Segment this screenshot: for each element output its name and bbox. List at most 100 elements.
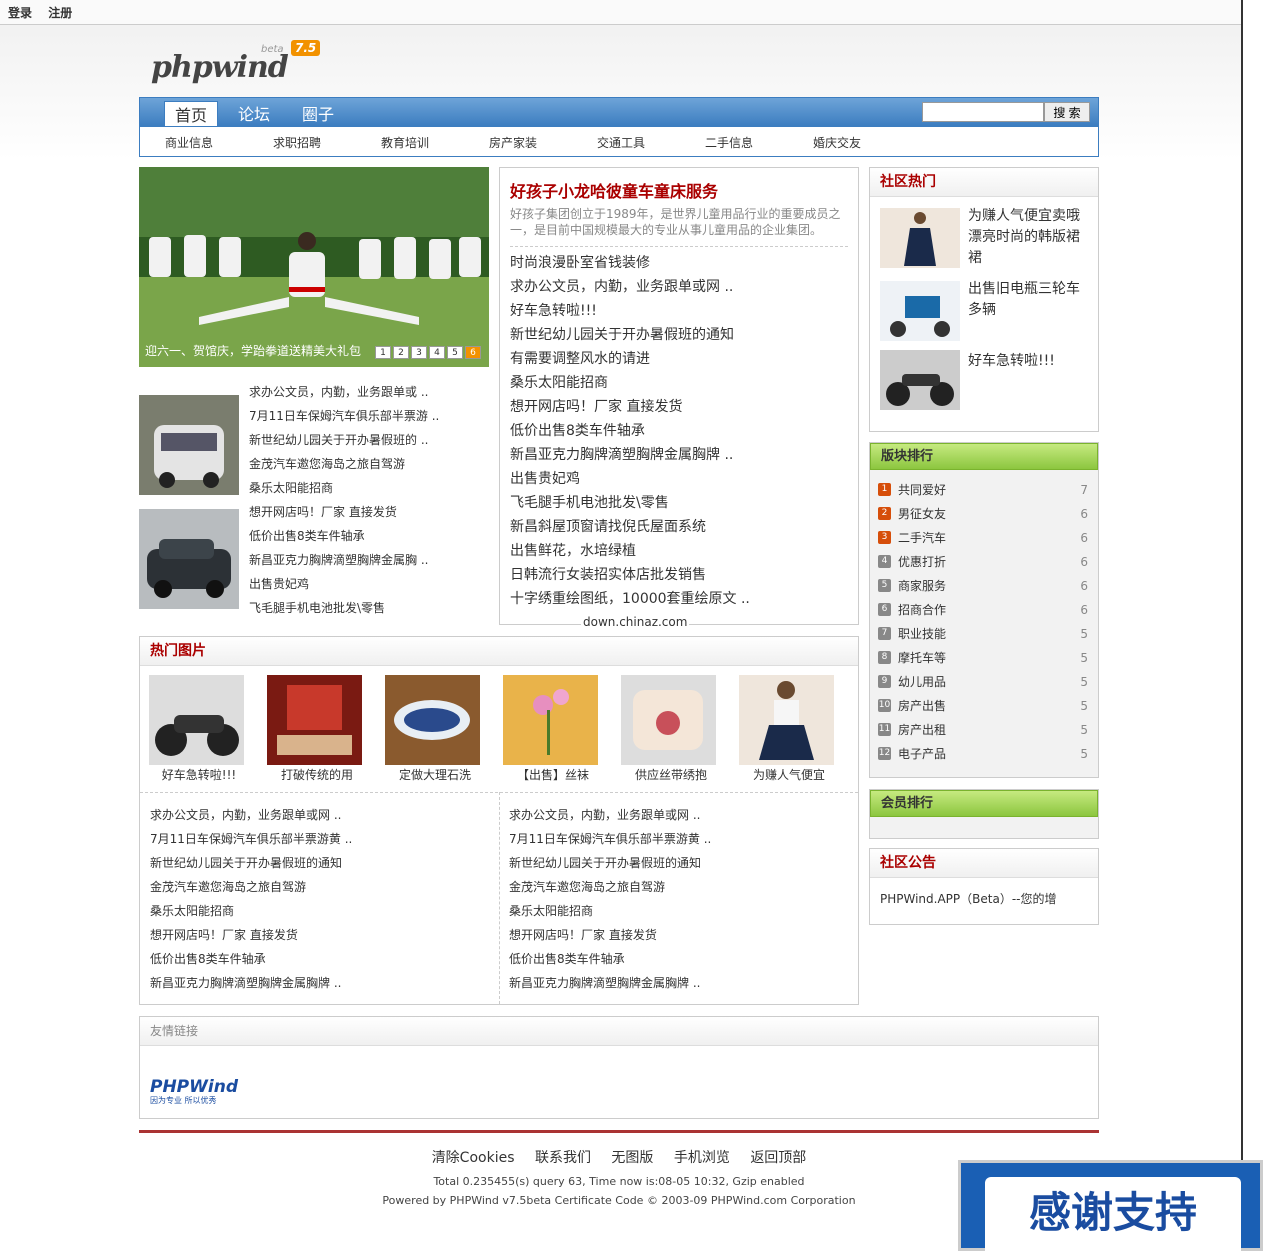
thumb-car-white[interactable] — [139, 395, 239, 495]
list-item[interactable]: 低价出售8类车件轴承 — [509, 947, 849, 971]
list-item[interactable]: 桑乐太阳能招商 — [509, 899, 849, 923]
list-item[interactable]: 出售贵妃鸡 — [510, 467, 848, 491]
list-item[interactable]: 7月11日车保姆汽车俱乐部半票游 .. — [249, 404, 489, 428]
slide-page[interactable]: 3 — [411, 346, 427, 359]
rank-item[interactable]: 5 商家服务 6 — [870, 574, 1098, 598]
list-item[interactable]: 飞毛腿手机电池批发\零售 — [510, 491, 848, 515]
rank-item[interactable]: 12 电子产品 5 — [870, 742, 1098, 766]
list-item[interactable]: 新世纪幼儿园关于开办暑假班的通知 — [150, 851, 490, 875]
list-item[interactable]: 想开网店吗！厂家 直接发货 — [249, 500, 489, 524]
slide-page[interactable]: 5 — [447, 346, 463, 359]
phpwind-link-logo[interactable]: PHPWind 因为专业 所以优秀 — [150, 1079, 238, 1106]
list-item[interactable]: 新昌亚克力胸牌滴塑胸牌金属胸牌 .. — [510, 443, 848, 467]
list-item[interactable]: 桑乐太阳能招商 — [510, 371, 848, 395]
list-item[interactable]: 日韩流行女装招实体店批发销售 — [510, 563, 848, 587]
footer-link[interactable]: 联系我们 — [535, 1150, 591, 1166]
list-item[interactable]: 想开网店吗！厂家 直接发货 — [150, 923, 490, 947]
subnav-item[interactable]: 婚庆交友 — [813, 134, 861, 151]
subnav-item[interactable]: 二手信息 — [705, 134, 753, 151]
hot-pic-item[interactable]: 好车急转啦!!! — [149, 675, 249, 785]
list-item[interactable]: 新昌亚克力胸牌滴塑胸牌金属胸 .. — [249, 548, 489, 572]
hot-thumb[interactable] — [880, 208, 960, 268]
hot-pic-item[interactable]: 打破传统的用 — [267, 675, 367, 785]
list-item[interactable]: 求办公文员，内勤，业务跟单或 .. — [249, 380, 489, 404]
headline-desc: 好孩子集团创立于1989年，是世界儿童用品行业的重要成员之一，是目前中国规模最大… — [510, 206, 848, 247]
slide-page[interactable]: 1 — [375, 346, 391, 359]
list-item[interactable]: 新世纪幼儿园关于开办暑假班的通知 — [509, 851, 849, 875]
register-link[interactable]: 注册 — [48, 6, 72, 20]
rank-item[interactable]: 10 房产出售 5 — [870, 694, 1098, 718]
list-item[interactable]: 想开网店吗！厂家 直接发货 — [509, 923, 849, 947]
subnav-item[interactable]: 房产家装 — [489, 134, 537, 151]
footer-link[interactable]: 清除Cookies — [432, 1150, 515, 1166]
list-item[interactable]: 低价出售8类车件轴承 — [249, 524, 489, 548]
tab-home[interactable]: 首页 — [164, 101, 219, 128]
hot-pic-item[interactable]: 【出售】丝袜 — [503, 675, 603, 785]
list-item[interactable]: 新昌亚克力胸牌滴塑胸牌金属胸牌 .. — [150, 971, 490, 995]
rank-item[interactable]: 2 男征女友 6 — [870, 502, 1098, 526]
rank-item[interactable]: 8 摩托车等 5 — [870, 646, 1098, 670]
subnav-item[interactable]: 交通工具 — [597, 134, 645, 151]
list-item[interactable]: 桑乐太阳能招商 — [150, 899, 490, 923]
list-item[interactable]: 时尚浪漫卧室省钱装修 — [510, 251, 848, 275]
footer-link[interactable]: 返回顶部 — [750, 1150, 806, 1166]
rank-item[interactable]: 7 职业技能 5 — [870, 622, 1098, 646]
rank-item[interactable]: 6 招商合作 6 — [870, 598, 1098, 622]
login-link[interactable]: 登录 — [8, 6, 32, 20]
subnav-item[interactable]: 教育培训 — [381, 134, 429, 151]
list-item[interactable]: 7月11日车保姆汽车俱乐部半票游黄 .. — [509, 827, 849, 851]
headline-title[interactable]: 好孩子小龙哈彼童车童床服务 — [510, 178, 848, 202]
subnav-item[interactable]: 商业信息 — [165, 134, 213, 151]
list-item[interactable]: 金茂汽车邀您海岛之旅自驾游 — [249, 452, 489, 476]
list-item[interactable]: 求办公文员，内勤，业务跟单或网 .. — [509, 803, 849, 827]
hot-item[interactable]: 出售旧电瓶三轮车多辆 — [968, 279, 1090, 321]
list-item[interactable]: 求办公文员，内勤，业务跟单或网 .. — [510, 275, 848, 299]
list-item[interactable]: 飞毛腿手机电池批发\零售 — [249, 596, 489, 620]
subnav-item[interactable]: 求职招聘 — [273, 134, 321, 151]
rank-item[interactable]: 1 共同爱好 7 — [870, 478, 1098, 502]
list-item[interactable]: 十字绣重绘图纸，10000套重绘原文 .. — [510, 587, 848, 611]
list-item[interactable]: 桑乐太阳能招商 — [249, 476, 489, 500]
rank-item[interactable]: 3 二手汽车 6 — [870, 526, 1098, 550]
hot-pic-item[interactable]: 为赚人气便宜 — [739, 675, 839, 785]
search-input[interactable] — [922, 102, 1044, 122]
rank-item[interactable]: 11 房产出租 5 — [870, 718, 1098, 742]
slide-page[interactable]: 2 — [393, 346, 409, 359]
hot-item[interactable]: 为赚人气便宜卖哦 漂亮时尚的韩版裙裙 — [968, 206, 1094, 269]
list-item[interactable]: 出售鲜花，水培绿植 — [510, 539, 848, 563]
rank-item[interactable]: 9 幼儿用品 5 — [870, 670, 1098, 694]
list-item[interactable]: 有需要调整风水的请进 — [510, 347, 848, 371]
list-item[interactable]: 新世纪幼儿园关于开办暑假班的 .. — [249, 428, 489, 452]
tab-circle[interactable]: 圈子 — [292, 101, 344, 128]
list-item[interactable]: 低价出售8类车件轴承 — [510, 419, 848, 443]
rank-item[interactable]: 4 优惠打折 6 — [870, 550, 1098, 574]
list-item[interactable]: 出售贵妃鸡 — [249, 572, 489, 596]
hot-thumb[interactable] — [880, 281, 960, 341]
hot-thumb[interactable] — [880, 350, 960, 410]
list-item[interactable]: 新昌斜屋顶窗请找倪氏屋面系统 — [510, 515, 848, 539]
slide-page-active[interactable]: 6 — [465, 346, 481, 359]
footer-link[interactable]: 无图版 — [611, 1150, 653, 1166]
slideshow[interactable]: 迎六一、贺馆庆，学跆拳道送精美大礼包 123456 — [139, 167, 489, 367]
hot-pic-item[interactable]: 定做大理石洗 — [385, 675, 485, 785]
tab-forum[interactable]: 论坛 — [228, 101, 280, 128]
list-item[interactable]: 金茂汽车邀您海岛之旅自驾游 — [150, 875, 490, 899]
list-item[interactable]: 新昌亚克力胸牌滴塑胸牌金属胸牌 .. — [509, 971, 849, 995]
list-item[interactable]: 好车急转啦!!! — [510, 299, 848, 323]
slide-page[interactable]: 4 — [429, 346, 445, 359]
footer-links: 清除Cookies 联系我们 无图版 手机浏览 返回顶部 — [139, 1147, 1099, 1167]
list-item[interactable]: 求办公文员，内勤，业务跟单或网 .. — [150, 803, 490, 827]
search-button[interactable]: 搜 索 — [1044, 102, 1090, 122]
footer-powered: Powered by PHPWind v7.5beta Certificate … — [382, 1194, 856, 1207]
list-item[interactable]: 低价出售8类车件轴承 — [150, 947, 490, 971]
list-item[interactable]: 新世纪幼儿园关于开办暑假班的通知 — [510, 323, 848, 347]
notice-text[interactable]: PHPWind.APP（Beta）--您的增 — [870, 878, 1098, 919]
list-item[interactable]: 金茂汽车邀您海岛之旅自驾游 — [509, 875, 849, 899]
list-item[interactable]: 7月11日车保姆汽车俱乐部半票游黄 .. — [150, 827, 490, 851]
hot-item[interactable]: 好车急转啦!!! — [968, 351, 1090, 372]
list-item[interactable]: 想开网店吗！厂家 直接发货 — [510, 395, 848, 419]
thumb-car-black[interactable] — [139, 509, 239, 609]
footer-link[interactable]: 手机浏览 — [674, 1150, 730, 1166]
hot-pic-item[interactable]: 供应丝带绣抱 — [621, 675, 721, 785]
phpwind-logo[interactable]: phpwind beta 7.5 — [151, 38, 341, 88]
